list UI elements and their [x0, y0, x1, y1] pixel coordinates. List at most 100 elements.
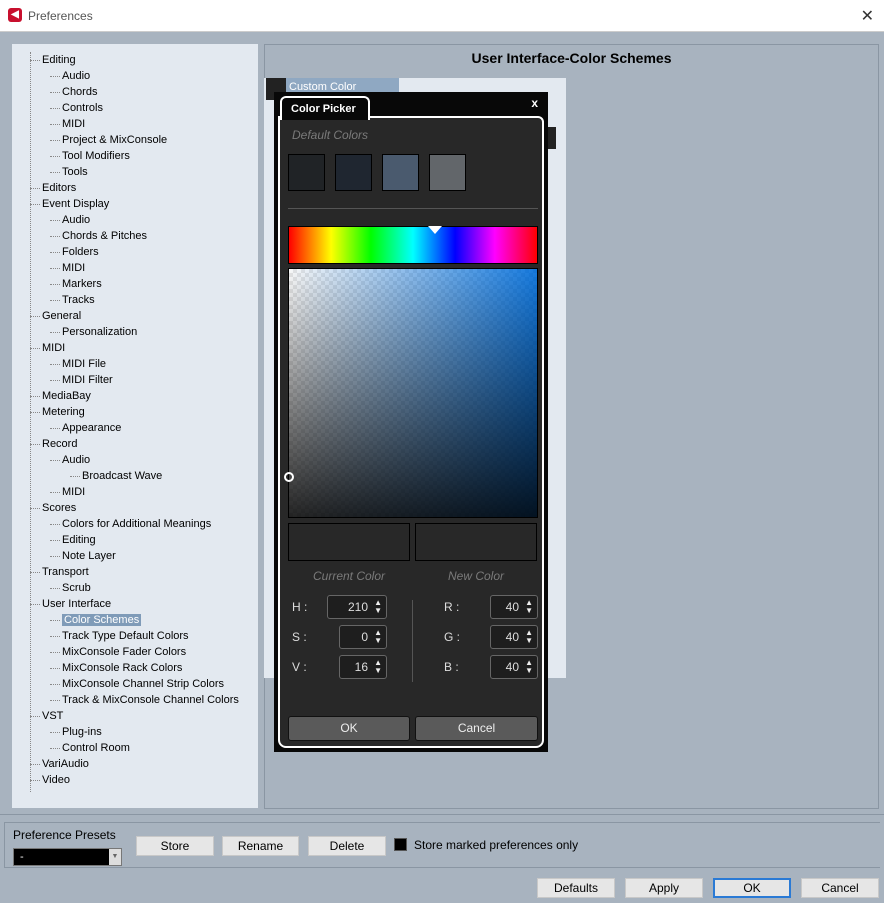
tree-item[interactable]: Color Schemes: [50, 612, 142, 628]
tree-item[interactable]: Tool Modifiers: [50, 148, 130, 164]
tree-item-label: Chords: [62, 86, 98, 98]
tree-item[interactable]: Colors for Additional Meanings: [50, 516, 211, 532]
defaults-button[interactable]: Defaults: [537, 878, 615, 898]
tree-item-label: MIDI: [42, 342, 66, 354]
tree-item[interactable]: Track & MixConsole Channel Colors: [50, 692, 239, 708]
hue-slider[interactable]: [288, 226, 538, 264]
preference-presets-select[interactable]: - ▼: [13, 848, 122, 866]
tree-item[interactable]: VariAudio: [30, 756, 89, 772]
tree-item[interactable]: Chords & Pitches: [50, 228, 147, 244]
tree-item[interactable]: Audio: [50, 68, 90, 84]
default-color-swatch[interactable]: [382, 154, 419, 191]
tree-connector: [50, 556, 60, 557]
tree-item[interactable]: Event Display: [30, 196, 109, 212]
spinner-arrows-icon[interactable]: ▲ ▼: [525, 599, 533, 615]
store-button[interactable]: Store: [136, 836, 214, 856]
ok-button[interactable]: OK: [288, 716, 410, 741]
close-icon[interactable]: ✕: [861, 6, 874, 26]
default-color-swatch[interactable]: [288, 154, 325, 191]
blue-input[interactable]: 40 ▲ ▼: [490, 655, 538, 679]
tree-item[interactable]: MIDI: [50, 116, 85, 132]
tree-item[interactable]: MediaBay: [30, 388, 91, 404]
tree-item[interactable]: Metering: [30, 404, 85, 420]
tree-item[interactable]: MIDI: [50, 484, 85, 500]
chevron-down-icon[interactable]: ▼: [109, 849, 121, 865]
tree-item[interactable]: MixConsole Fader Colors: [50, 644, 186, 660]
apply-button[interactable]: Apply: [625, 878, 703, 898]
default-color-swatch[interactable]: [429, 154, 466, 191]
ok-button[interactable]: OK: [713, 878, 791, 898]
tree-item-label: Editors: [42, 182, 77, 194]
tree-connector: [30, 780, 40, 781]
tree-item[interactable]: Tools: [50, 164, 88, 180]
green-input[interactable]: 40 ▲ ▼: [490, 625, 538, 649]
tree-item-label: Note Layer: [62, 550, 116, 562]
tree-item-label: Project & MixConsole: [62, 134, 168, 146]
tree-item[interactable]: Broadcast Wave: [70, 468, 163, 484]
store-marked-checkbox[interactable]: [394, 838, 407, 851]
tree-item[interactable]: MIDI: [30, 340, 66, 356]
tree-item[interactable]: Appearance: [50, 420, 121, 436]
tree-item[interactable]: Audio: [50, 212, 90, 228]
tree-connector: [50, 76, 60, 77]
tree-item[interactable]: MIDI Filter: [50, 372, 113, 388]
tree-item[interactable]: Project & MixConsole: [50, 132, 168, 148]
store-marked-label: Store marked preferences only: [414, 838, 579, 852]
tree-item[interactable]: VST: [30, 708, 63, 724]
tree-item[interactable]: General: [30, 308, 81, 324]
tree-item[interactable]: Editors: [30, 180, 77, 196]
tree-item[interactable]: Track Type Default Colors: [50, 628, 189, 644]
spinner-arrows-icon[interactable]: ▲ ▼: [525, 659, 533, 675]
value-input[interactable]: 16 ▲ ▼: [339, 655, 387, 679]
tree-item[interactable]: Audio: [50, 452, 90, 468]
hue-input[interactable]: 210 ▲ ▼: [327, 595, 387, 619]
tree-item-label: Editing: [62, 534, 96, 546]
tree-item[interactable]: MIDI File: [50, 356, 106, 372]
cancel-button[interactable]: Cancel: [415, 716, 538, 741]
tree-item[interactable]: Plug-ins: [50, 724, 102, 740]
tree-connector: [50, 492, 60, 493]
preferences-tree[interactable]: Editing Audio Chords Controls MIDI Project & …: [12, 44, 258, 808]
divider: [0, 814, 884, 815]
saturation-value-field[interactable]: [284, 268, 538, 518]
tree-connector: [50, 684, 60, 685]
tree-item[interactable]: Scrub: [50, 580, 91, 596]
tree-item[interactable]: Transport: [30, 564, 89, 580]
spinner-arrows-icon[interactable]: ▲ ▼: [374, 599, 382, 615]
tree-item[interactable]: MIDI: [50, 260, 85, 276]
tree-item[interactable]: Editing: [30, 52, 76, 68]
rename-button[interactable]: Rename: [222, 836, 299, 856]
tree-connector: [50, 460, 60, 461]
spinner-arrows-icon[interactable]: ▲ ▼: [374, 629, 382, 645]
sv-knob[interactable]: [284, 472, 294, 482]
current-color-label: Current Color: [312, 569, 386, 583]
tree-item[interactable]: Tracks: [50, 292, 95, 308]
tree-item[interactable]: Chords: [50, 84, 98, 100]
tree-item[interactable]: Markers: [50, 276, 102, 292]
tree-item[interactable]: MixConsole Channel Strip Colors: [50, 676, 224, 692]
tree-connector: [30, 508, 40, 509]
tree-item[interactable]: MixConsole Rack Colors: [50, 660, 182, 676]
default-color-swatch[interactable]: [335, 154, 372, 191]
cancel-button[interactable]: Cancel: [801, 878, 879, 898]
tree-item[interactable]: Video: [30, 772, 70, 788]
close-icon[interactable]: x: [531, 96, 538, 110]
tree-item[interactable]: User Interface: [30, 596, 111, 612]
spinner-arrows-icon[interactable]: ▲ ▼: [525, 629, 533, 645]
red-input[interactable]: 40 ▲ ▼: [490, 595, 538, 619]
tree-item[interactable]: Record: [30, 436, 77, 452]
delete-button[interactable]: Delete: [308, 836, 386, 856]
tree-item[interactable]: Scores: [30, 500, 76, 516]
tree-item[interactable]: Note Layer: [50, 548, 116, 564]
tree-item[interactable]: Controls: [50, 100, 103, 116]
tree-item-label: Broadcast Wave: [82, 470, 163, 482]
tree-item[interactable]: Control Room: [50, 740, 130, 756]
saturation-input[interactable]: 0 ▲ ▼: [339, 625, 387, 649]
tree-item[interactable]: Folders: [50, 244, 99, 260]
tree-item[interactable]: Editing: [50, 532, 96, 548]
hue-marker[interactable]: [427, 226, 442, 234]
tree-item[interactable]: Personalization: [50, 324, 137, 340]
color-scheme-item[interactable]: Custom Color Scheme: [286, 78, 399, 92]
tree-connector: [30, 572, 40, 573]
spinner-arrows-icon[interactable]: ▲ ▼: [374, 659, 382, 675]
